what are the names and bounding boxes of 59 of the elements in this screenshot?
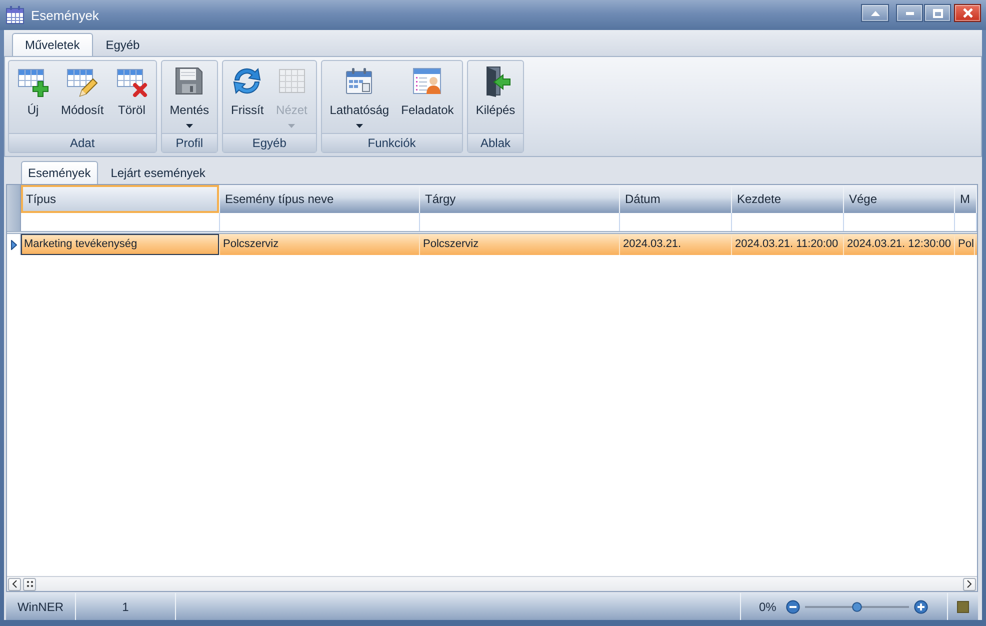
minimize-icon	[906, 12, 914, 14]
calendar-icon	[5, 5, 25, 25]
group-label: Adat	[9, 133, 156, 152]
table-cell: Polcszerviz	[220, 234, 420, 255]
grip-dots-icon	[26, 581, 32, 587]
group-label: Profil	[162, 133, 218, 152]
table-cell: 2024.03.21. 12:30:00	[844, 234, 955, 255]
document-tab[interactable]: Események	[21, 161, 98, 184]
column-header[interactable]: M	[955, 185, 977, 213]
refresh-icon	[231, 65, 264, 97]
column-header[interactable]: Típus	[21, 185, 220, 213]
scroll-right-button[interactable]	[963, 578, 976, 590]
scroll-left-button[interactable]	[8, 578, 21, 590]
group-label: Egyéb	[223, 133, 316, 152]
table-cell: Polcszerviz	[420, 234, 620, 255]
group-label: Ablak	[468, 133, 524, 152]
ribbon-button[interactable]: Lathatóság	[324, 61, 394, 133]
maximize-button[interactable]	[924, 4, 951, 22]
maximize-icon	[932, 8, 942, 18]
close-button[interactable]	[954, 4, 981, 22]
minimize-button[interactable]	[896, 4, 923, 22]
status-text: WinNER	[17, 600, 64, 614]
horizontal-scrollbar[interactable]	[7, 576, 977, 591]
column-header[interactable]: Esemény típus neve	[220, 185, 420, 213]
zoom-out-icon[interactable]	[786, 600, 800, 614]
column-header[interactable]: Vége	[844, 185, 955, 213]
ribbon-button[interactable]: Töröl	[110, 61, 153, 133]
ribbon-button[interactable]: Módosít	[56, 61, 109, 133]
status-text: 1	[122, 600, 129, 614]
document-tab[interactable]: Lejárt események	[104, 161, 212, 184]
window-title: Események	[31, 8, 99, 22]
table-row[interactable]: Marketing tevékenység Polcszerviz Polcszerviz 2024.03.21. 2024.03.21. 11:20:00 2024.03.21. 12:30:00 Pol	[7, 234, 977, 255]
scroll-thumb[interactable]	[23, 578, 36, 590]
slider-thumb[interactable]	[852, 602, 862, 612]
collapse-ribbon-button[interactable]	[861, 4, 889, 22]
swatch-icon	[957, 600, 969, 612]
chevron-left-icon	[12, 580, 17, 588]
ribbon-button[interactable]: Új	[12, 61, 54, 133]
column-header[interactable]: Kezdete	[732, 185, 844, 213]
chevron-right-icon	[967, 580, 972, 588]
column-header[interactable]: Dátum	[620, 185, 732, 213]
ribbon-tab[interactable]: Egyéb	[92, 33, 153, 56]
contact-list-icon	[411, 65, 444, 97]
group-label: Funkciók	[322, 133, 462, 152]
table-cell: Marketing tevékenység	[21, 234, 220, 255]
ribbon-button[interactable]: Frissít	[226, 61, 269, 133]
close-icon	[962, 8, 972, 18]
table-cell: 2024.03.21.	[620, 234, 732, 255]
caret-right-icon	[10, 240, 16, 250]
table-cell: Pol	[955, 234, 975, 255]
zoom-in-icon[interactable]	[914, 600, 928, 614]
table-cell: 2024.03.21. 11:20:00	[732, 234, 844, 255]
ribbon-button[interactable]: Feladatok	[396, 61, 459, 133]
ribbon-tab[interactable]: Műveletek	[12, 33, 93, 56]
ribbon-button[interactable]: Kilépés	[470, 61, 520, 133]
zoom-percentage: 0%	[759, 600, 776, 614]
ribbon-button[interactable]: Mentés	[164, 61, 214, 133]
caret-up-icon	[870, 10, 880, 16]
column-header[interactable]: Tárgy	[420, 185, 620, 213]
